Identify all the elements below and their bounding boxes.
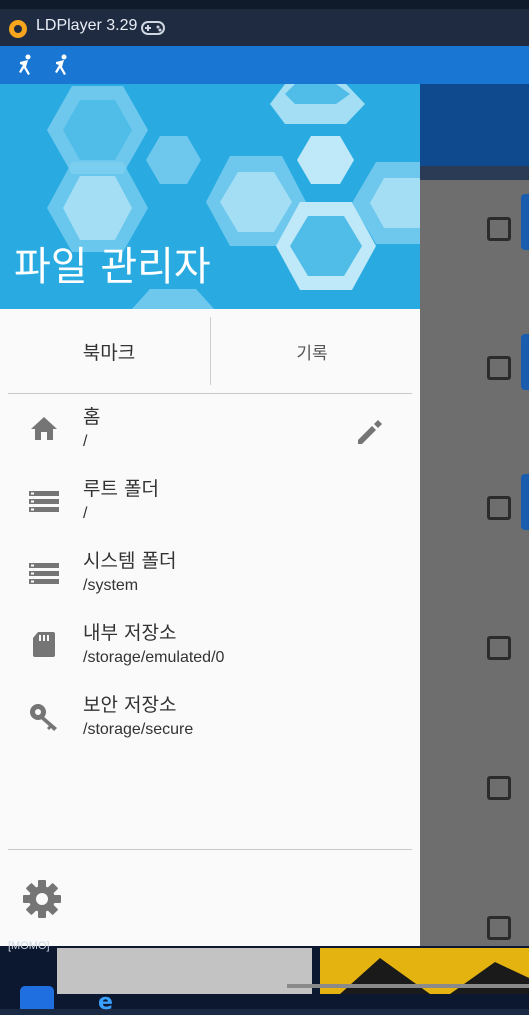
window-title: LDPlayer 3.29 — [36, 17, 138, 34]
top-strip — [0, 0, 529, 9]
bookmark-title: 보안 저장소 — [83, 694, 177, 716]
bookmark-item-internal-storage[interactable]: 내부 저장소 /storage/emulated/0 — [0, 618, 420, 690]
checkbox[interactable] — [487, 356, 511, 380]
gamepad-icon[interactable] — [140, 18, 166, 38]
home-icon — [31, 417, 57, 440]
divider — [8, 393, 412, 394]
android-status-bar — [0, 46, 529, 84]
background-toolbar — [420, 84, 529, 166]
key-icon — [30, 704, 57, 731]
drawer-tabs: 북마크 기록 — [8, 317, 412, 385]
navigation-drawer: 파일 관리자 북마크 기록 홈 / 루트 폴더 / 시스템 폴더 /system… — [0, 84, 420, 946]
app-content: 파일 관리자 북마크 기록 홈 / 루트 폴더 / 시스템 폴더 /system… — [0, 84, 529, 946]
bookmark-item-root[interactable]: 루트 폴더 / — [0, 474, 420, 546]
bookmark-title: 시스템 폴더 — [83, 550, 177, 572]
bookmark-title: 홈 — [83, 406, 101, 428]
ldplayer-logo-icon — [9, 20, 27, 38]
windows-taskbar: [MOMO] e — [0, 940, 529, 1015]
checkbox[interactable] — [487, 636, 511, 660]
window-thumbnail[interactable] — [57, 948, 312, 994]
bookmark-title: 내부 저장소 — [83, 622, 177, 644]
list-item-thumb — [521, 194, 529, 250]
bookmark-path: /system — [83, 577, 139, 594]
storage-icon — [29, 491, 59, 512]
taskbar-label: [MOMO] — [8, 940, 50, 952]
window-titlebar: LDPlayer 3.29 — [0, 0, 529, 46]
checkbox[interactable] — [487, 496, 511, 520]
tab-history-label: 기록 — [296, 343, 328, 364]
tab-history[interactable]: 기록 — [210, 317, 413, 385]
bookmark-item-system[interactable]: 시스템 폴더 /system — [0, 546, 420, 618]
gear-icon[interactable] — [20, 877, 64, 921]
divider — [8, 849, 412, 850]
checkbox[interactable] — [487, 776, 511, 800]
bookmark-path: /storage/secure — [83, 721, 194, 738]
list-item-thumb — [521, 474, 529, 530]
pencil-icon[interactable] — [354, 416, 386, 448]
thumbnail-scrollbar[interactable] — [287, 984, 529, 988]
runner-icon — [55, 54, 67, 75]
storage-icon — [29, 563, 59, 584]
bookmark-path: /storage/emulated/0 — [83, 649, 225, 666]
drawer-header: 파일 관리자 — [0, 84, 420, 309]
checkbox[interactable] — [487, 916, 511, 940]
store-icon[interactable] — [20, 986, 54, 1009]
browser-icon[interactable]: e — [98, 990, 132, 1015]
tab-bookmarks-label: 북마크 — [82, 341, 136, 364]
background-subbar — [420, 166, 529, 180]
runner-icon — [19, 54, 31, 75]
bookmark-path: / — [83, 505, 88, 522]
list-item-thumb — [521, 334, 529, 390]
drawer-header-title: 파일 관리자 — [14, 244, 211, 290]
bookmark-title: 루트 폴더 — [83, 478, 159, 500]
sd-card-icon — [33, 632, 55, 657]
checkbox[interactable] — [487, 217, 511, 241]
bookmark-item-secure-storage[interactable]: 보안 저장소 /storage/secure — [0, 690, 420, 762]
tab-bookmarks[interactable]: 북마크 — [8, 317, 210, 385]
bookmark-path: / — [83, 433, 88, 450]
